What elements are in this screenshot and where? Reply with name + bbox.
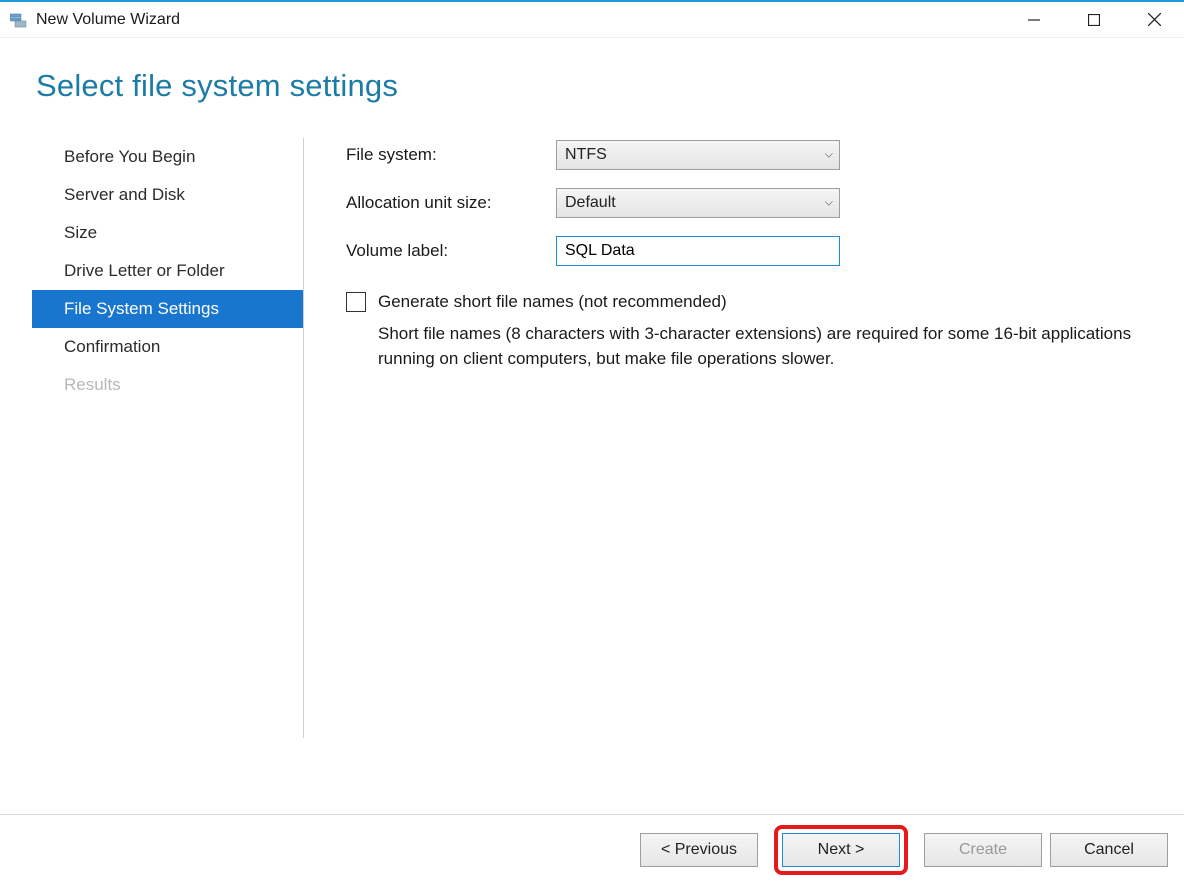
allocation-row: Allocation unit size: Default ⌵ (346, 188, 1148, 218)
nav-drive-letter-or-folder[interactable]: Drive Letter or Folder (36, 252, 304, 290)
nav-size[interactable]: Size (36, 214, 304, 252)
next-button-highlight: Next > (774, 825, 908, 875)
maximize-button[interactable] (1064, 2, 1124, 37)
wizard-window: New Volume Wizard Select file system set… (0, 0, 1184, 884)
file-system-dropdown[interactable]: NTFS ⌵ (556, 140, 840, 170)
next-button[interactable]: Next > (782, 833, 900, 867)
nav-file-system-settings[interactable]: File System Settings (32, 290, 304, 328)
chevron-down-icon: ⌵ (825, 149, 833, 162)
short-names-label: Generate short file names (not recommend… (378, 292, 727, 312)
footer-buttons: < Previous Next > Create Cancel (0, 814, 1184, 884)
body-row: Before You Begin Server and Disk Size Dr… (0, 114, 1184, 814)
short-names-help-text: Short file names (8 characters with 3-ch… (378, 322, 1138, 371)
create-button: Create (924, 833, 1042, 867)
file-system-label: File system: (346, 145, 556, 165)
form-area: File system: NTFS ⌵ Allocation unit size… (304, 136, 1148, 814)
volume-label-row: Volume label: (346, 236, 1148, 266)
minimize-button[interactable] (1004, 2, 1064, 37)
short-names-row: Generate short file names (not recommend… (346, 292, 1148, 312)
nav-before-you-begin[interactable]: Before You Begin (36, 138, 304, 176)
file-system-value: NTFS (565, 146, 607, 164)
previous-button[interactable]: < Previous (640, 833, 758, 867)
file-system-row: File system: NTFS ⌵ (346, 140, 1148, 170)
title-bar: New Volume Wizard (0, 2, 1184, 38)
content-area: Select file system settings Before You B… (0, 38, 1184, 814)
nav-results: Results (36, 366, 304, 404)
short-names-checkbox[interactable] (346, 292, 366, 312)
volume-label-input[interactable] (556, 236, 840, 266)
close-button[interactable] (1124, 2, 1184, 37)
page-heading: Select file system settings (0, 38, 1184, 114)
allocation-dropdown[interactable]: Default ⌵ (556, 188, 840, 218)
window-controls (1004, 2, 1184, 37)
app-icon (10, 11, 28, 29)
nav-confirmation[interactable]: Confirmation (36, 328, 304, 366)
window-title: New Volume Wizard (36, 11, 180, 29)
allocation-label: Allocation unit size: (346, 193, 556, 213)
nav-server-and-disk[interactable]: Server and Disk (36, 176, 304, 214)
chevron-down-icon: ⌵ (825, 197, 833, 210)
volume-label-label: Volume label: (346, 241, 556, 261)
allocation-value: Default (565, 194, 616, 212)
wizard-steps-nav: Before You Begin Server and Disk Size Dr… (36, 136, 304, 814)
cancel-button[interactable]: Cancel (1050, 833, 1168, 867)
